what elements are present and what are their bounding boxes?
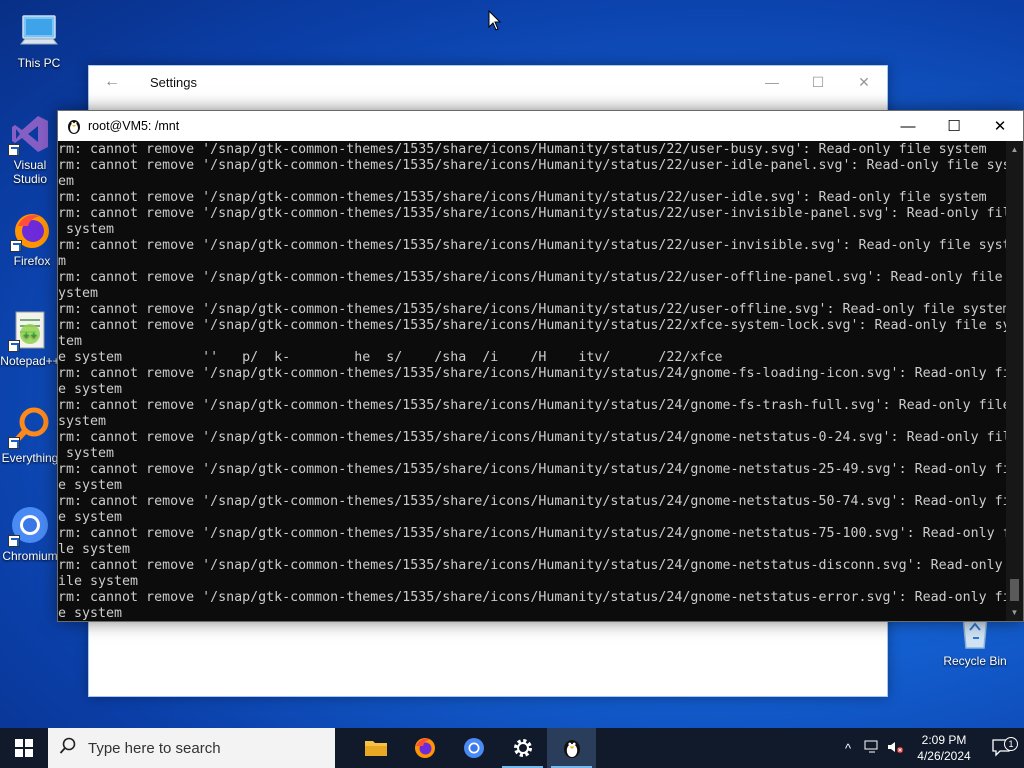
chevron-up-icon[interactable]: ^ [836,741,860,756]
desktop-icon-label: Firefox [13,254,51,268]
desktop-icon-label: Chromium [2,549,58,563]
system-tray: ^ 2:09 PM 4/26/2024 1 [836,728,1024,768]
folder-icon [364,741,387,756]
taskbar-search-box[interactable]: Type here to search [48,728,335,768]
terminal-line: rm: cannot remove '/snap/gtk-common-them… [58,462,1006,477]
window-title: Settings [150,74,197,90]
terminal-line: e system '' p/ k- he s/ /sha /i /H itv/ … [58,350,723,365]
svg-text:++: ++ [22,331,37,341]
terminal-line: rm: cannot remove '/snap/gtk-common-them… [58,430,1006,445]
terminal-line: e system [58,510,123,525]
taskbar-file-explorer[interactable] [351,728,400,768]
terminal-line: ile system [58,574,139,589]
terminal-line: le system [58,542,131,557]
desktop-icon-label: Notepad++ [0,354,60,368]
taskbar-settings[interactable] [498,728,547,768]
taskbar-firefox[interactable] [400,728,449,768]
taskbar: Type here to search ^ 2:09 PM 4/26/2024 … [0,728,1024,768]
terminal-line: ystem [58,286,99,301]
firefox-icon [10,208,54,252]
terminal-line: rm: cannot remove '/snap/gtk-common-them… [58,190,987,205]
settings-titlebar[interactable]: ← Settings — ☐ ✕ [89,66,887,98]
visual-studio-icon [8,112,52,156]
shortcut-arrow-icon [8,144,20,156]
terminal-line: rm: cannot remove '/snap/gtk-common-them… [58,302,1006,317]
tux-icon [68,120,80,134]
volume-muted-icon[interactable] [884,740,908,757]
terminal-line: tem [58,334,83,349]
taskbar-terminal[interactable] [547,728,596,768]
tux-icon [563,740,580,758]
windows-logo-icon [15,739,33,757]
minimize-button[interactable]: — [749,66,795,98]
terminal-line: system [58,446,115,461]
search-placeholder: Type here to search [88,739,221,757]
terminal-line: rm: cannot remove '/snap/gtk-common-them… [58,158,1006,173]
terminal-line: m [58,254,67,269]
terminal-line: e system [58,478,123,493]
terminal-line: rm: cannot remove '/snap/gtk-common-them… [58,142,987,157]
scrollbar-thumb[interactable] [1010,579,1019,601]
terminal-scrollbar[interactable]: ▲ ▼ [1006,141,1023,621]
clock-date: 4/26/2024 [917,749,971,763]
computer-icon [17,10,61,54]
maximize-button[interactable]: ☐ [931,111,977,141]
desktop-icon-firefox[interactable]: Firefox [3,208,61,268]
terminal-line: rm: cannot remove '/snap/gtk-common-them… [58,494,1006,509]
taskbar-clock[interactable]: 2:09 PM 4/26/2024 [908,732,980,764]
shortcut-arrow-icon [8,437,20,449]
everything-search-icon [8,405,52,449]
terminal-line: rm: cannot remove '/snap/gtk-common-them… [58,366,1006,381]
chromium-icon [8,503,52,547]
shortcut-arrow-icon [8,535,20,547]
back-arrow-icon[interactable]: ← [89,73,135,91]
chromium-icon [463,738,484,758]
terminal-line: rm: cannot remove '/snap/gtk-common-them… [58,526,1006,541]
gear-icon [513,739,532,757]
close-button[interactable]: ✕ [841,66,887,98]
search-icon [48,737,88,759]
scroll-down-arrow-icon[interactable]: ▼ [1006,604,1023,621]
terminal-window[interactable]: root@VM5: /mnt — ☐ ✕ rm: cannot remove '… [57,110,1024,622]
minimize-button[interactable]: — [885,111,931,141]
terminal-line: em [58,174,75,189]
terminal-output[interactable]: rm: cannot remove '/snap/gtk-common-them… [58,141,1006,621]
close-button[interactable]: ✕ [977,111,1023,141]
desktop-icon-everything[interactable]: Everything [0,405,60,465]
desktop-icon-this-pc[interactable]: This PC [3,10,75,70]
terminal-line: rm: cannot remove '/snap/gtk-common-them… [58,206,1006,221]
clock-time: 2:09 PM [921,733,967,747]
firefox-icon [414,738,435,758]
maximize-button[interactable]: ☐ [795,66,841,98]
desktop-icon-label: This PC [17,56,61,70]
shortcut-arrow-icon [8,340,20,352]
notification-count-badge: 1 [1004,737,1018,751]
terminal-line: rm: cannot remove '/snap/gtk-common-them… [58,238,1006,253]
shortcut-arrow-icon [10,240,22,252]
terminal-line: rm: cannot remove '/snap/gtk-common-them… [58,318,1006,333]
desktop-icon-chromium[interactable]: Chromium [0,503,60,563]
start-button[interactable] [0,728,48,768]
terminal-line: rm: cannot remove '/snap/gtk-common-them… [58,558,1006,573]
notification-center-button[interactable]: 1 [980,737,1024,757]
terminal-line: rm: cannot remove '/snap/gtk-common-them… [58,270,1006,285]
terminal-line: system [58,222,115,237]
terminal-titlebar[interactable]: root@VM5: /mnt — ☐ ✕ [58,111,1023,141]
terminal-line: rm: cannot remove '/snap/gtk-common-them… [58,590,1006,605]
taskbar-chromium[interactable] [449,728,498,768]
desktop-icon-label: Recycle Bin [943,654,1007,668]
terminal-line: system [58,414,107,429]
mouse-cursor-icon [488,10,502,31]
desktop-icon-visual-studio[interactable]: Visual Studio 2017 [0,112,60,186]
desktop-icon-notepad-plus-plus[interactable]: ++ Notepad++ [0,308,60,368]
terminal-line: e system [58,606,123,621]
scroll-up-arrow-icon[interactable]: ▲ [1006,141,1023,158]
window-title: root@VM5: /mnt [88,119,180,133]
notepad-plus-plus-icon: ++ [8,308,52,352]
network-icon[interactable] [860,740,884,757]
terminal-line: e system [58,382,123,397]
desktop-icon-label: Visual Studio 2017 [12,158,48,186]
terminal-line: rm: cannot remove '/snap/gtk-common-them… [58,398,1006,413]
desktop-icon-label: Everything [1,451,59,465]
